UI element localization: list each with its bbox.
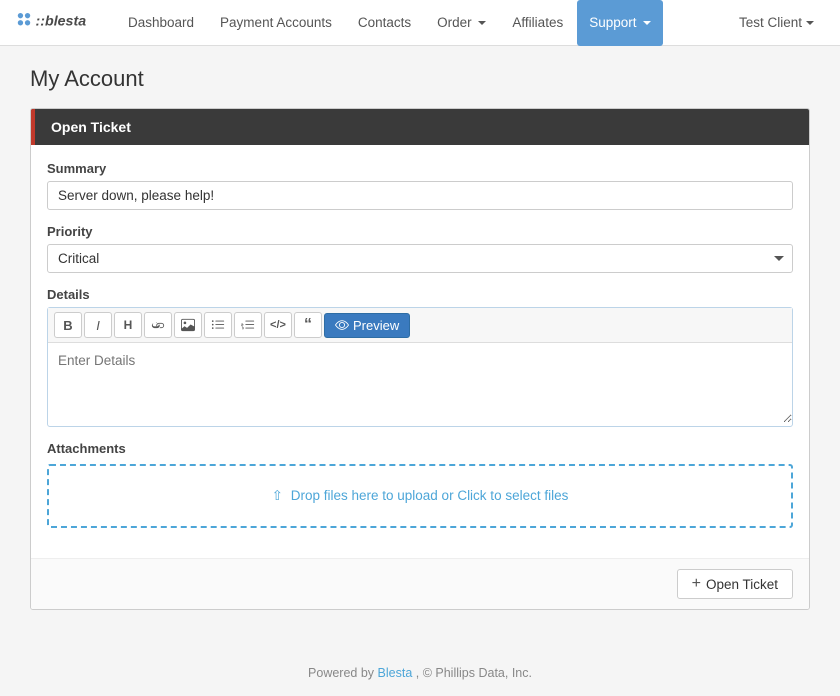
user-dropdown-icon [806, 21, 814, 25]
nav-link-contacts[interactable]: Contacts [346, 0, 423, 46]
dropzone[interactable]: ⇧ Drop files here to upload or Click to … [47, 464, 793, 528]
nav-link-dashboard[interactable]: Dashboard [116, 0, 206, 46]
ordered-list-icon [241, 318, 255, 332]
nav-item-support[interactable]: Support [577, 0, 663, 46]
priority-select[interactable]: Low Medium High Critical Emergency [47, 244, 793, 273]
nav-item-affiliates[interactable]: Affiliates [500, 0, 575, 46]
priority-group: Priority Low Medium High Critical Emerge… [47, 224, 793, 273]
details-textarea[interactable] [48, 343, 792, 423]
card-footer: + Open Ticket [31, 558, 809, 609]
user-menu-link[interactable]: Test Client [729, 9, 824, 36]
user-menu[interactable]: Test Client [729, 9, 824, 36]
toolbar-link-button[interactable] [144, 312, 172, 338]
toolbar-preview-button[interactable]: Preview [324, 313, 410, 338]
priority-label: Priority [47, 224, 793, 239]
nav-link-order[interactable]: Order [425, 0, 498, 46]
toolbar-quote-button[interactable]: “ [294, 312, 322, 338]
toolbar-italic-button[interactable]: I [84, 312, 112, 338]
toolbar-ordered-list-button[interactable] [234, 312, 262, 338]
card-body: Summary Priority Low Medium High Critica… [31, 145, 809, 558]
nav-item-contacts[interactable]: Contacts [346, 0, 423, 46]
eye-icon [335, 318, 349, 332]
page-footer: Powered by Blesta , © Phillips Data, Inc… [0, 650, 840, 696]
page-title: My Account [30, 66, 810, 92]
toolbar-unordered-list-button[interactable] [204, 312, 232, 338]
summary-group: Summary [47, 161, 793, 210]
image-icon [181, 318, 195, 332]
nav-item-dashboard[interactable]: Dashboard [116, 0, 206, 46]
editor-toolbar: B I H [48, 308, 792, 343]
dropzone-text: Drop files here to upload or Click to se… [291, 488, 569, 503]
details-group: Details B I H [47, 287, 793, 427]
toolbar-heading-button[interactable]: H [114, 312, 142, 338]
navbar: ::blesta Dashboard Payment Accounts Cont… [0, 0, 840, 46]
unordered-list-icon [211, 318, 225, 332]
details-label: Details [47, 287, 793, 302]
attachments-group: Attachments ⇧ Drop files here to upload … [47, 441, 793, 528]
upload-icon: ⇧ [272, 488, 283, 503]
toolbar-bold-button[interactable]: B [54, 312, 82, 338]
brand-logo[interactable]: ::blesta [16, 8, 96, 37]
toolbar-image-button[interactable] [174, 312, 202, 338]
attachments-label: Attachments [47, 441, 793, 456]
nav-item-payment-accounts[interactable]: Payment Accounts [208, 0, 344, 46]
footer-brand-link[interactable]: Blesta [378, 666, 413, 680]
nav-link-affiliates[interactable]: Affiliates [500, 0, 575, 46]
summary-input[interactable] [47, 181, 793, 210]
nav-link-payment-accounts[interactable]: Payment Accounts [208, 0, 344, 46]
toolbar-code-button[interactable]: </> [264, 312, 292, 338]
svg-text:::blesta: ::blesta [36, 13, 87, 29]
card-header: Open Ticket [31, 109, 809, 145]
order-dropdown-icon [478, 21, 486, 25]
editor-container: B I H [47, 307, 793, 427]
nav-item-order[interactable]: Order [425, 0, 498, 46]
page-content: My Account Open Ticket Summary Priority … [0, 46, 840, 650]
plus-icon: + [692, 576, 701, 592]
open-ticket-button[interactable]: + Open Ticket [677, 569, 793, 599]
support-dropdown-icon [643, 21, 651, 25]
open-ticket-card: Open Ticket Summary Priority Low Medium … [30, 108, 810, 610]
link-icon [151, 318, 165, 332]
nav-links: Dashboard Payment Accounts Contacts Orde… [116, 0, 729, 46]
summary-label: Summary [47, 161, 793, 176]
nav-link-support[interactable]: Support [577, 0, 663, 46]
